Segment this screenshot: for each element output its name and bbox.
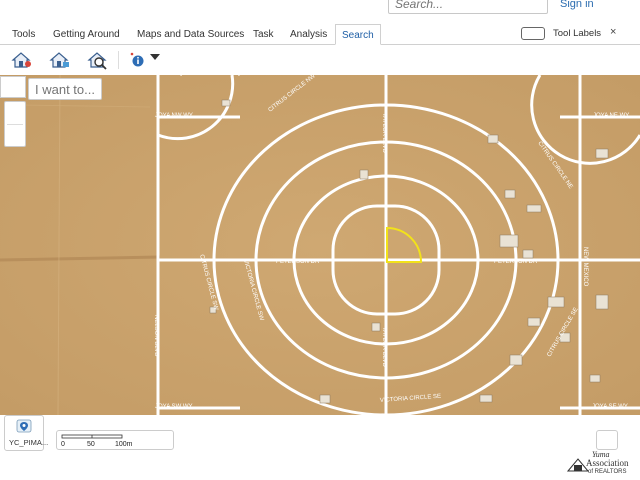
info-icon[interactable] [126, 49, 150, 71]
svg-text:Association: Association [586, 458, 629, 468]
taylor-blvd-north-label: TAYLOR BLVD [381, 113, 387, 154]
peterson-dr-west-label: PETERSON DR [276, 259, 320, 265]
joya-nw-label: JOYA NW WY [155, 113, 193, 119]
tool-labels-text: Tool Labels [553, 28, 602, 39]
nelson-blvd-label: NELSON BLVD [153, 315, 159, 357]
zoom-control[interactable] [4, 101, 26, 147]
scale-label-50: 50 [87, 441, 95, 448]
tab-getting-around[interactable]: Getting Around [47, 24, 126, 44]
tab-search[interactable]: Search [335, 24, 381, 45]
left-panel-toggle[interactable] [0, 76, 26, 98]
tab-maps-and-data-sources[interactable]: Maps and Data Sources [131, 24, 250, 44]
joya-ne-label: JOYA NE WY [593, 113, 629, 119]
bottom-bar: YC_PIMA... 0 50 100m Yuma Association of… [0, 415, 640, 475]
scale-bar: 0 50 100m [56, 430, 174, 450]
tool-labels-toggle[interactable] [521, 27, 545, 40]
home-search-icon[interactable] [10, 49, 34, 71]
home-magnify-icon[interactable] [86, 49, 110, 71]
home-locate-icon[interactable] [48, 49, 72, 71]
tab-tools[interactable]: Tools [6, 24, 41, 44]
toolbar [0, 45, 640, 75]
toolbar-separator [118, 51, 119, 69]
chevron-down-icon[interactable] [150, 54, 160, 60]
new-mexico-label: NEW MEXICO [582, 247, 588, 287]
svg-text:of REALTORS: of REALTORS [588, 469, 626, 475]
layer-label: YC_PIMA... [9, 438, 49, 447]
i-want-to-input[interactable] [28, 78, 102, 100]
layer-button[interactable]: YC_PIMA... [4, 415, 48, 451]
map-view[interactable]: JOYA NW WY JOYA NE WY JOYA SW WY JOYA SE… [0, 75, 640, 415]
map-pin-icon [16, 419, 32, 433]
search-input[interactable] [388, 0, 548, 14]
joya-se-label: JOYA SE WY [592, 404, 628, 410]
scale-label-0: 0 [61, 441, 65, 448]
sign-in-link[interactable]: Sign in [560, 0, 594, 10]
yuma-association-logo: Yuma Association of REALTORS [566, 445, 640, 475]
joya-sw-label: JOYA SW WY [155, 404, 193, 410]
top-bar: Sign in [0, 0, 640, 22]
tab-analysis[interactable]: Analysis [284, 24, 333, 44]
tab-task[interactable]: Task [247, 24, 280, 44]
map-canvas: JOYA NW WY JOYA NE WY JOYA SW WY JOYA SE… [0, 75, 640, 415]
taylor-blvd-south-label: TAYLOR BLVD [381, 327, 387, 368]
scale-label-100m: 100m [115, 441, 133, 448]
zoom-divider [7, 124, 23, 125]
peterson-dr-east-label: PETERSON DR [494, 259, 538, 265]
close-icon[interactable]: × [610, 26, 616, 38]
ribbon-tabs: Tools Getting Around Maps and Data Sourc… [0, 24, 640, 45]
